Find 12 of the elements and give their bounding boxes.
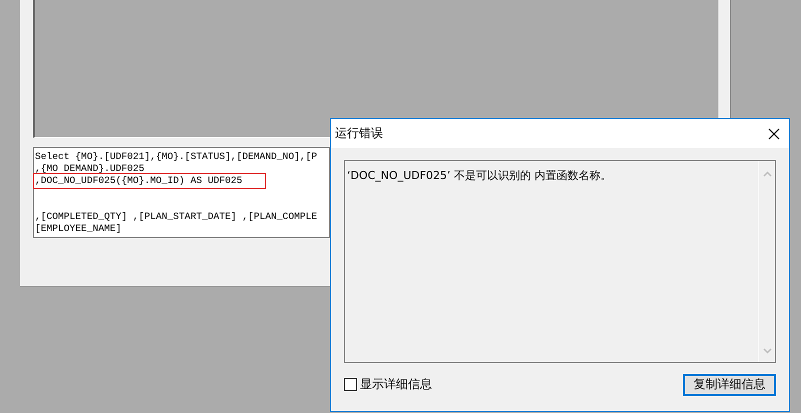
sql-text-area[interactable]: Select {MO}.[UDF021],{MO}.[STATUS],[DEMAND_NO],[P ,{MO DEMAND}.UDF025 ,DOC_NO_UDF025({MO}.MO_ID) AS UDF025 ,[COMPLETED_QTY] ,[PLAN_START_DATE] ,[PLAN_COMPLE [EMPLOYEE_NAME] (33, 147, 330, 238)
code-line: Select {MO}.[UDF021],{MO}.[STATUS],[DEMAND_NO],[P (35, 151, 318, 163)
code-line: [EMPLOYEE_NAME] (35, 223, 122, 235)
error-message: ‘DOC_NO_UDF025’ 不是可以识别的 内置函数名称。 (347, 169, 612, 182)
highlighted-code-line: ,DOC_NO_UDF025({MO}.MO_ID) AS UDF025 (35, 175, 264, 187)
close-icon[interactable] (768, 128, 780, 140)
code-line: ,[COMPLETED_QTY] ,[PLAN_START_DATE] ,[PLAN_COMPLE (35, 210, 318, 223)
code-line: ,{MO DEMAND}.UDF025 (35, 163, 146, 175)
checkbox[interactable] (344, 378, 357, 391)
checkbox-label: 显示详细信息 (360, 376, 432, 393)
dialog-title: 运行错误 (335, 125, 383, 142)
copy-details-button[interactable]: 复制详细信息 (683, 374, 776, 396)
